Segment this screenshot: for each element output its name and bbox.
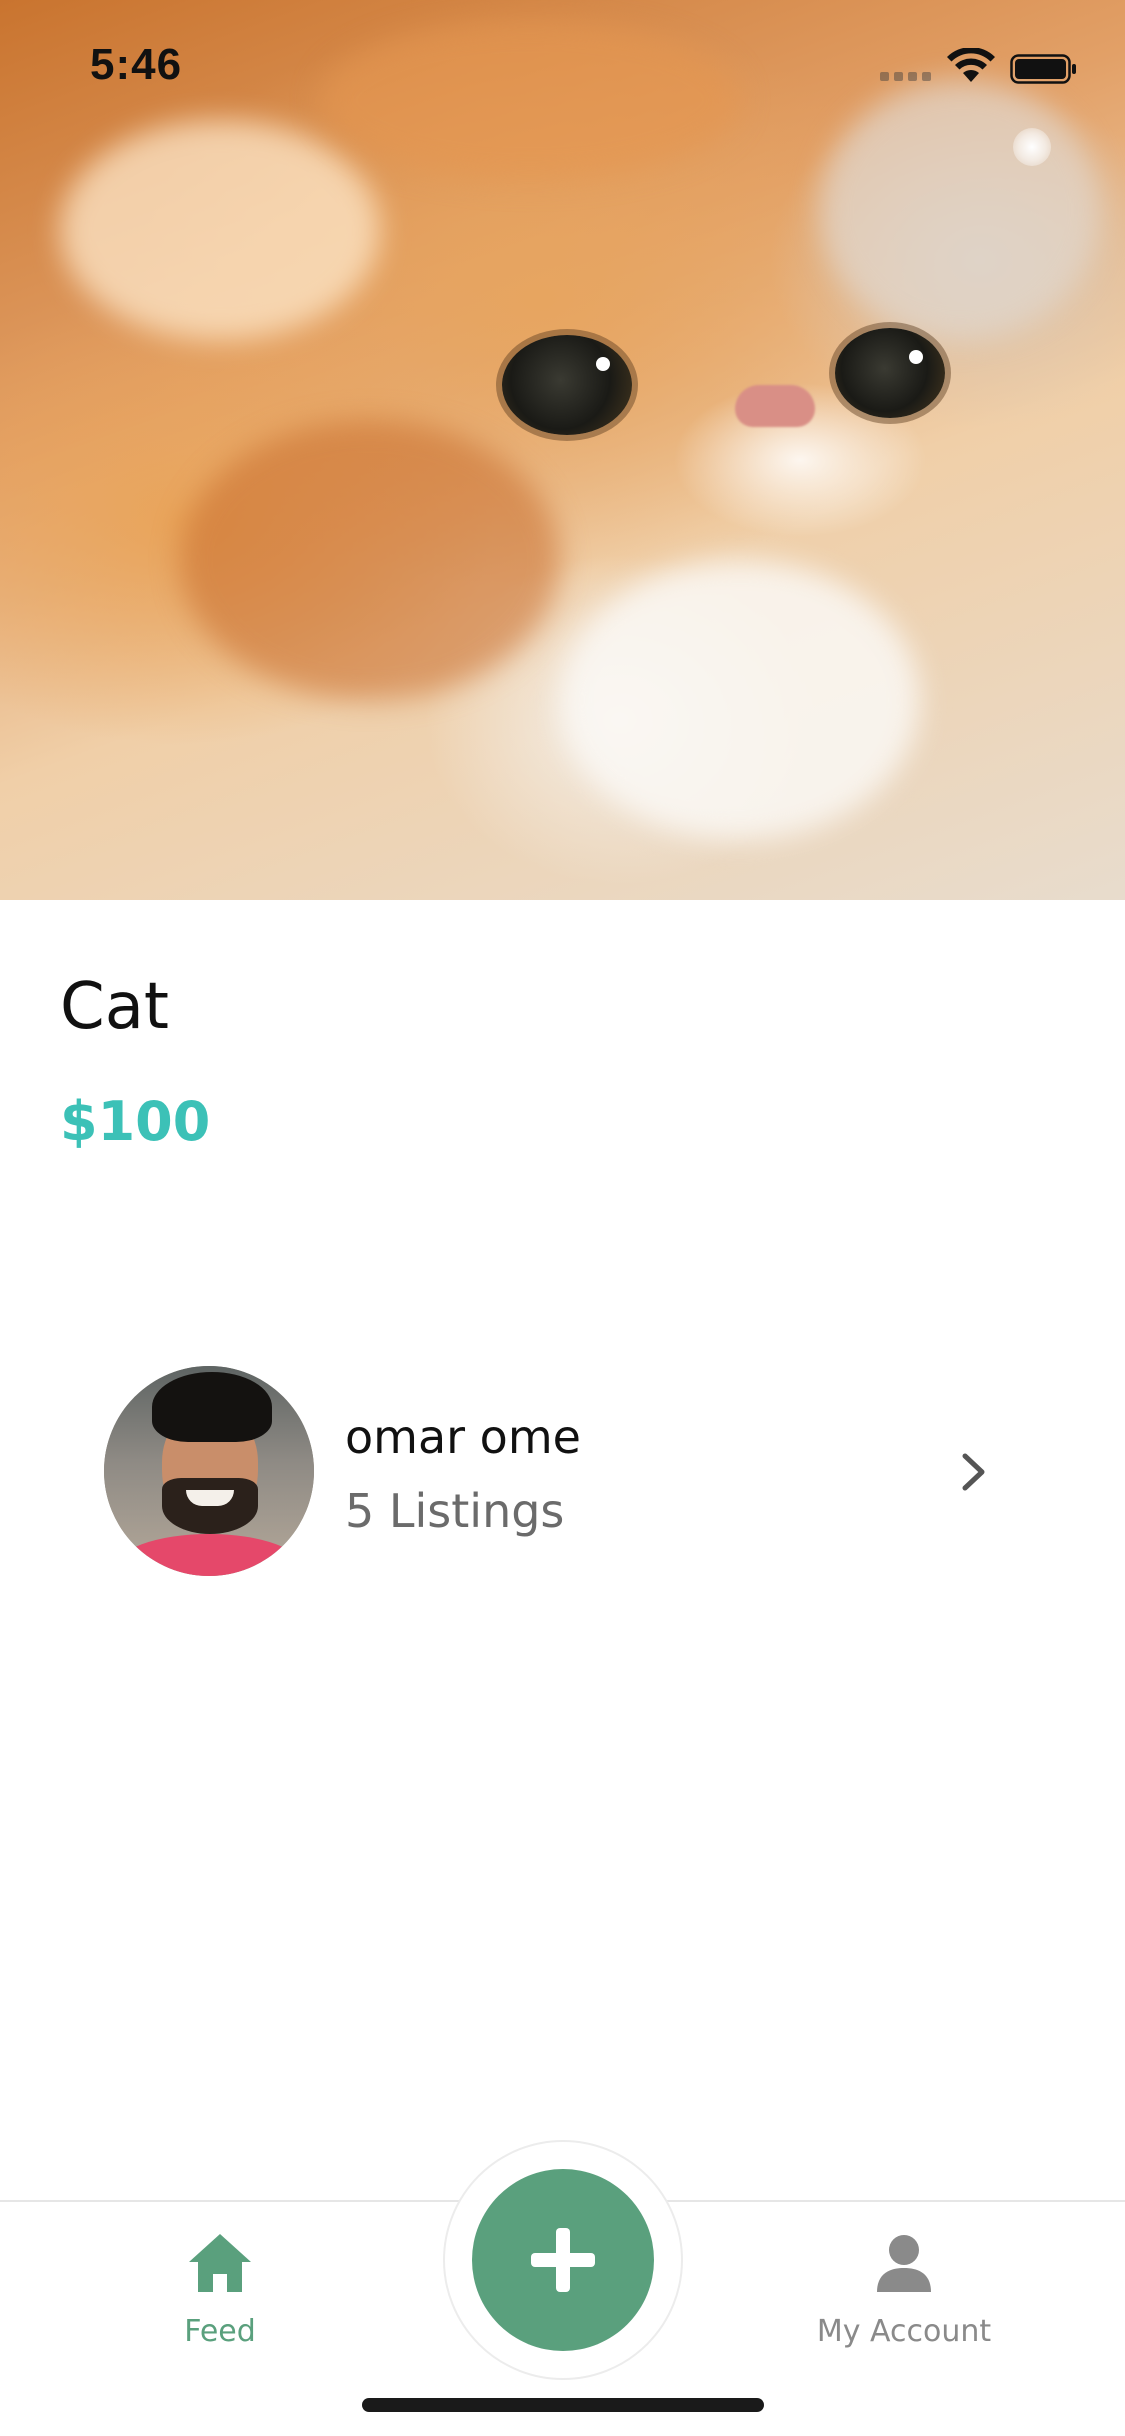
seller-name: omar ome <box>345 1410 581 1464</box>
cellular-signal-icon <box>880 72 931 81</box>
add-listing-button[interactable] <box>472 2169 654 2351</box>
wifi-icon <box>947 48 995 82</box>
seller-listing-count: 5 Listings <box>345 1484 565 1538</box>
tab-my-account[interactable]: My Account <box>774 2222 1034 2372</box>
seller-avatar <box>104 1366 314 1576</box>
status-bar: 5:46 <box>0 0 1125 132</box>
tab-feed-label: Feed <box>184 2314 256 2349</box>
home-indicator[interactable] <box>362 2398 764 2412</box>
chevron-right-icon <box>962 1453 985 1491</box>
tab-my-account-label: My Account <box>816 2314 992 2349</box>
tab-feed[interactable]: Feed <box>90 2222 350 2372</box>
battery-icon <box>1010 54 1076 84</box>
seller-profile-row[interactable]: omar ome 5 Listings <box>80 1340 1030 1600</box>
item-detail-screen: 5:46 Cat $100 omar ome 5 Listings Feed M… <box>0 0 1125 2436</box>
person-icon <box>877 2235 931 2292</box>
plus-icon <box>531 2228 595 2292</box>
listing-photo <box>0 0 1125 900</box>
status-time: 5:46 <box>90 40 183 89</box>
home-icon <box>189 2234 251 2292</box>
listing-price: $100 <box>60 1090 211 1153</box>
listing-title: Cat <box>60 970 169 1044</box>
